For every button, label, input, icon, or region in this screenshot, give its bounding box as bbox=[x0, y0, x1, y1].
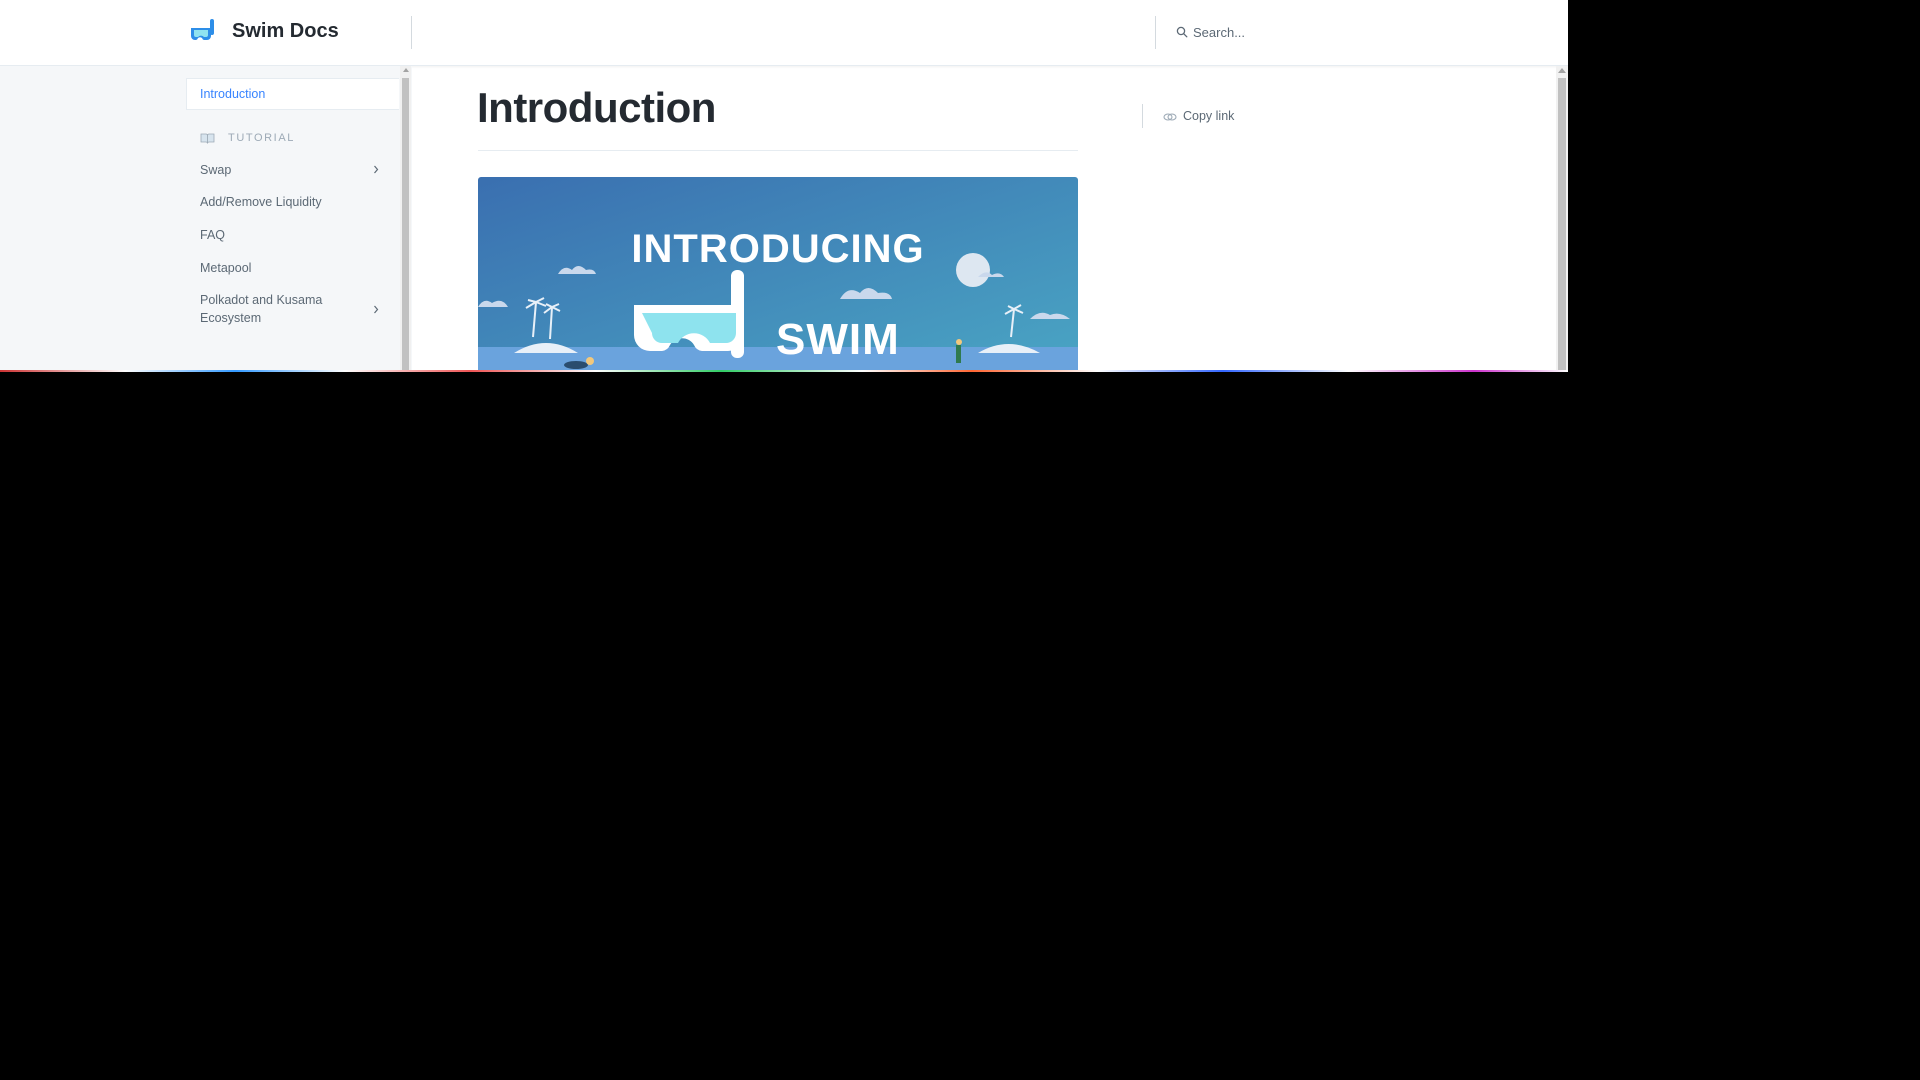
sidebar-item-label: Polkadot and Kusama Ecosystem bbox=[200, 293, 323, 325]
render-artifact bbox=[0, 370, 1568, 372]
hero-subheading: SWIM bbox=[776, 315, 900, 364]
chevron-right-icon[interactable] bbox=[373, 305, 379, 314]
header-divider bbox=[1155, 16, 1156, 49]
hero-heading: INTRODUCING bbox=[631, 227, 925, 271]
link-icon bbox=[1163, 113, 1177, 121]
title-divider bbox=[478, 150, 1078, 151]
sidebar-item-label: FAQ bbox=[200, 228, 226, 242]
sidebar-scrollbar-thumb[interactable] bbox=[402, 78, 409, 372]
site-title[interactable]: Swim Docs bbox=[232, 20, 339, 43]
sidebar-item-faq[interactable]: FAQ bbox=[200, 226, 225, 244]
sidebar-item-label: Add/Remove Liquidity bbox=[200, 195, 322, 209]
open-book-icon bbox=[200, 133, 215, 144]
sidebar-item-swap[interactable]: Swap bbox=[200, 161, 231, 179]
hero-image: INTRODUCING SWIM bbox=[478, 177, 1078, 372]
page-scroll-up-arrow[interactable] bbox=[1558, 68, 1566, 73]
chevron-right-icon[interactable] bbox=[373, 165, 379, 174]
search-input[interactable] bbox=[1193, 22, 1493, 42]
page-scrollbar-thumb[interactable] bbox=[1558, 78, 1566, 372]
sidebar-item-metapool[interactable]: Metapool bbox=[200, 259, 251, 277]
sidebar-item-polkadot-kusama[interactable]: Polkadot and Kusama Ecosystem bbox=[200, 291, 350, 327]
page-title: Introduction bbox=[477, 84, 716, 131]
copy-link-label: Copy link bbox=[1183, 109, 1235, 123]
top-header: Swim Docs bbox=[0, 0, 1568, 66]
sidebar-item-label: Introduction bbox=[200, 87, 266, 101]
sidebar-scroll-up-arrow[interactable] bbox=[403, 68, 409, 72]
header-divider bbox=[411, 16, 412, 49]
aside-divider bbox=[1142, 104, 1143, 128]
search-icon bbox=[1176, 26, 1188, 38]
browser-viewport: Swim Docs Introduction TUTORIAL Swap Add… bbox=[0, 0, 1568, 372]
sidebar-item-add-remove-liquidity[interactable]: Add/Remove Liquidity bbox=[200, 193, 322, 211]
sidebar-item-label: Metapool bbox=[200, 261, 252, 275]
swim-goggles-logo-icon[interactable] bbox=[188, 18, 218, 44]
sidebar-section-label: TUTORIAL bbox=[228, 132, 295, 144]
sidebar-item-label: Swap bbox=[200, 163, 232, 177]
sidebar-item-introduction[interactable]: Introduction bbox=[186, 78, 399, 110]
